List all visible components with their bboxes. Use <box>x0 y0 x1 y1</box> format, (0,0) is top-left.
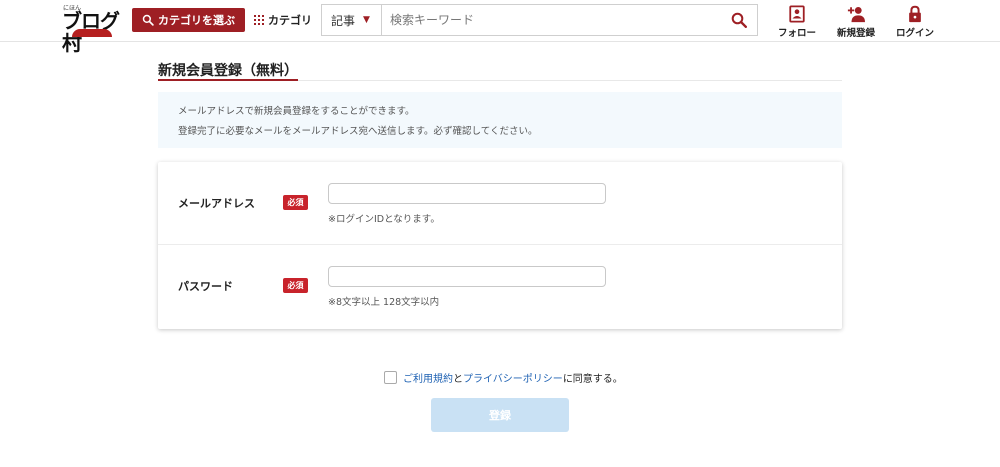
search-type-value: 記事 <box>331 13 356 28</box>
email-note: ※ログインIDとなります。 <box>328 214 440 225</box>
password-label: パスワード <box>178 280 233 293</box>
agree-checkbox[interactable] <box>384 370 397 384</box>
nav-login-label: ログイン <box>895 28 934 39</box>
info-box: メールアドレスで新規会員登録をすることができます。 登録完了に必要なメールをメー… <box>158 92 842 148</box>
category-select-label: カテゴリを選ぶ <box>158 14 235 27</box>
register-submit-button[interactable]: 登録 <box>431 398 569 432</box>
search-icon <box>731 12 747 28</box>
page-title: 新規会員登録（無料） <box>158 63 298 79</box>
email-label: メールアドレス <box>178 197 255 210</box>
search-bar: 記事 ▼ <box>321 4 758 36</box>
category-select-button[interactable]: カテゴリを選ぶ <box>132 8 245 32</box>
password-note: ※8文字以上 128文字以内 <box>328 297 440 308</box>
nav-register[interactable]: 新規登録 <box>826 5 886 39</box>
site-logo[interactable]: にほん ブログ村 <box>62 5 126 54</box>
nav-login[interactable]: ログイン <box>885 5 945 39</box>
terms-link[interactable]: ご利用規約 <box>403 370 453 385</box>
nav-follow-label: フォロー <box>777 28 816 39</box>
agreement-and-text: と <box>453 373 463 385</box>
info-line: 登録完了に必要なメールをメールアドレス宛へ送信します。必ず確認してください。 <box>178 126 538 137</box>
nav-register-label: 新規登録 <box>836 28 875 39</box>
nav-follow[interactable]: フォロー <box>767 5 827 39</box>
agreement-suffix-text: に同意する。 <box>562 373 623 385</box>
category-label: カテゴリ <box>268 14 312 27</box>
grid-icon <box>254 15 264 25</box>
logo-sun-shape <box>72 29 112 37</box>
add-user-icon <box>847 6 865 23</box>
search-type-select[interactable]: 記事 ▼ <box>322 5 382 35</box>
category-link[interactable]: カテゴリ <box>254 8 312 32</box>
caret-down-icon: ▼ <box>363 15 370 25</box>
password-row: パスワード 必須 ※8文字以上 128文字以内 <box>158 245 842 328</box>
required-badge: 必須 <box>283 278 308 293</box>
lock-icon <box>909 5 921 23</box>
search-submit-button[interactable] <box>721 5 757 35</box>
privacy-policy-link[interactable]: プライバシーポリシー <box>463 370 563 385</box>
site-header: にほん ブログ村 カテゴリを選ぶ カテゴリ 記事 ▼ フォロー 新規登録 ログイ… <box>0 0 1000 54</box>
email-field[interactable] <box>328 183 606 204</box>
info-line: メールアドレスで新規会員登録をすることができます。 <box>178 106 415 117</box>
registration-form: メールアドレス 必須 ※ログインIDとなります。 パスワード 必須 ※8文字以上… <box>158 162 842 329</box>
email-row: メールアドレス 必須 ※ログインIDとなります。 <box>158 162 842 245</box>
required-badge: 必須 <box>283 195 308 210</box>
search-input[interactable] <box>382 6 721 34</box>
agreement-row: ご利用規約 と プライバシーポリシー に同意する。 <box>384 370 623 385</box>
search-icon <box>142 14 154 26</box>
password-field[interactable] <box>328 266 606 287</box>
follow-icon <box>789 5 805 23</box>
title-accent-line <box>158 79 298 81</box>
